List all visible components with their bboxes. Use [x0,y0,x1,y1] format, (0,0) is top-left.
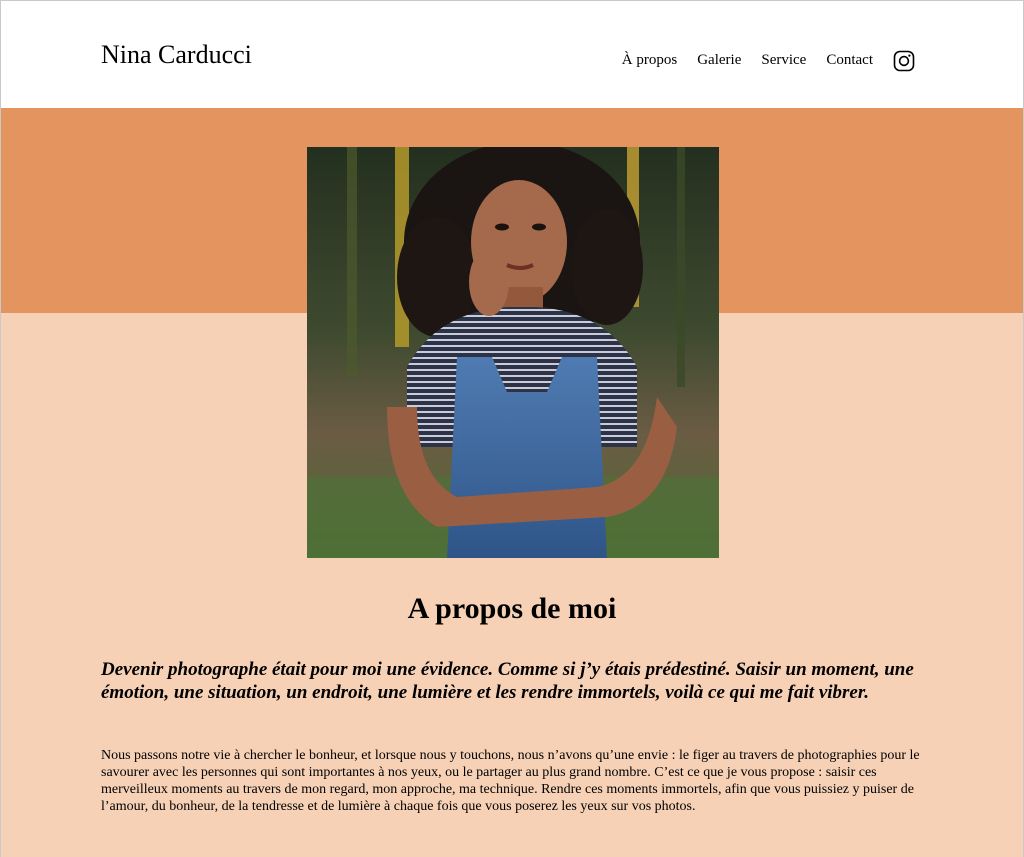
about-title: A propos de moi [407,592,617,625]
page: Nina Carducci À propos Galerie Service C… [0,0,1024,857]
site-header: Nina Carducci À propos Galerie Service C… [1,1,1023,108]
nav-link-contact[interactable]: Contact [826,50,873,70]
about-body: Nous passons notre vie à chercher le bon… [101,748,920,814]
nav-link-galerie[interactable]: Galerie [697,50,741,70]
main-nav: À propos Galerie Service Contact [622,49,915,72]
nav-link-service[interactable]: Service [761,50,806,70]
site-brand[interactable]: Nina Carducci [101,39,252,71]
about-lead: Devenir photographe était pour moi une é… [101,659,914,703]
nav-link-a-propos[interactable]: À propos [622,50,677,70]
instagram-icon[interactable] [893,50,915,72]
portrait-photo [307,147,719,558]
